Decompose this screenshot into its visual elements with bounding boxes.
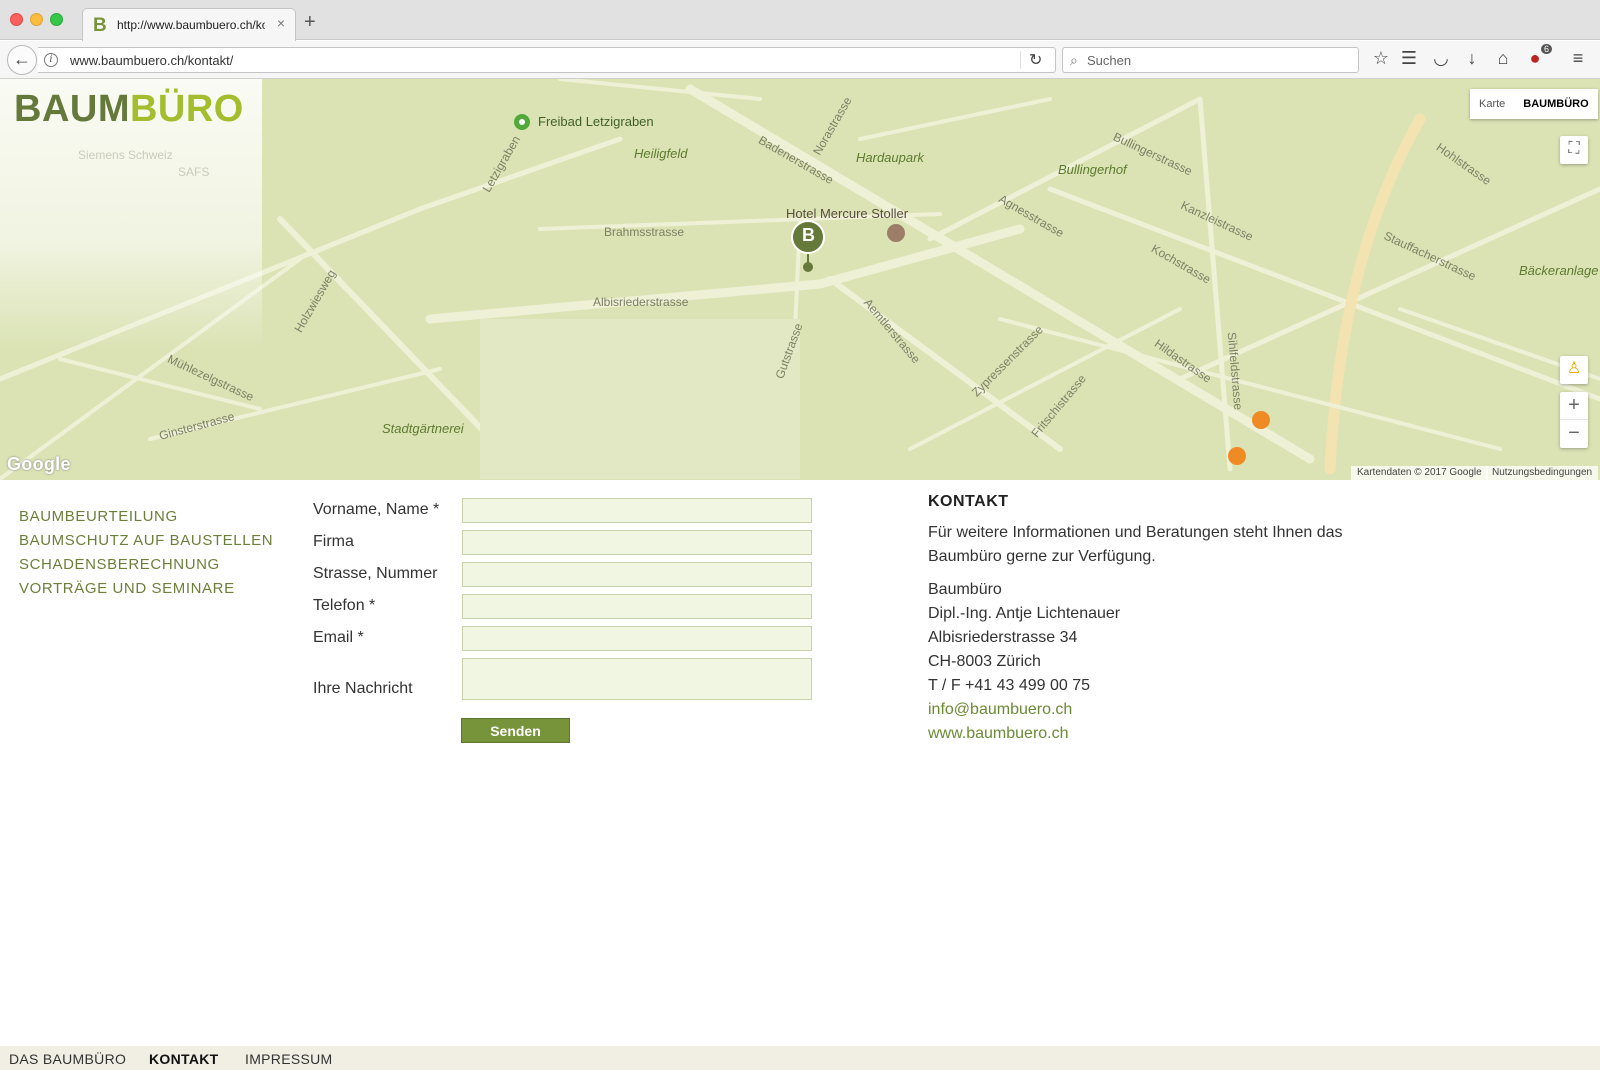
menu-icon[interactable]: ≡: [1567, 48, 1589, 69]
message-field[interactable]: [462, 658, 812, 700]
url-text[interactable]: www.baumbuero.ch/kontakt/: [70, 53, 233, 68]
contact-intro: Für weitere Informationen und Beratungen…: [928, 524, 1343, 565]
map-label: Bullingerhof: [1058, 162, 1127, 177]
zoom-control: + −: [1560, 392, 1588, 448]
map-label: Siemens Schweiz: [78, 148, 173, 162]
map-type-karte[interactable]: Karte: [1470, 89, 1514, 119]
nav-item-baumbeurteilung[interactable]: BAUMBEURTEILUNG: [19, 505, 273, 529]
address-line: Baumbüro: [928, 581, 1002, 598]
footer-navigation: DAS BAUMBÜRO KONTAKT IMPRESSUM: [0, 1046, 1600, 1070]
bookmark-star-icon[interactable]: ☆: [1370, 48, 1392, 69]
map-attribution: Kartendaten © 2017 Google: [1351, 466, 1488, 480]
back-arrow-icon: ←: [13, 49, 31, 69]
phone-line: T / F +41 43 499 00 75: [928, 677, 1091, 694]
download-icon[interactable]: ↓: [1461, 48, 1483, 69]
zoom-in-button[interactable]: +: [1560, 392, 1588, 420]
company-label: Firma: [313, 533, 354, 550]
url-separator: [1020, 51, 1021, 69]
footer-item-baumbuero[interactable]: DAS BAUMBÜRO: [9, 1051, 126, 1067]
pocket-icon[interactable]: ◡: [1430, 48, 1452, 69]
contact-heading: KONTAKT: [928, 493, 1009, 510]
search-input[interactable]: Suchen: [1087, 53, 1131, 68]
nav-item-baumschutz[interactable]: BAUMSCHUTZ AUF BAUSTELLEN: [19, 529, 273, 553]
url-bar[interactable]: i www.baumbuero.ch/kontakt/ ↻: [38, 47, 1056, 73]
site-logo[interactable]: BAUMBÜRO: [14, 88, 244, 131]
map-label[interactable]: Freibad Letzigraben: [538, 114, 654, 129]
fullscreen-icon[interactable]: ⛶: [1560, 136, 1588, 164]
ublock-badge: 6: [1541, 44, 1553, 54]
browser-toolbar: ← i www.baumbuero.ch/kontakt/ ↻ ⌕ Suchen…: [0, 41, 1600, 79]
map-label: Heiligfeld: [634, 146, 688, 161]
company-field[interactable]: [462, 530, 812, 555]
footer-item-kontakt[interactable]: KONTAKT: [149, 1051, 219, 1067]
browser-tab[interactable]: B http://www.baumbuero.ch/kontakt/ ×: [82, 8, 296, 41]
new-tab-button[interactable]: +: [304, 12, 316, 32]
reload-icon[interactable]: ↻: [1029, 50, 1042, 70]
map-terms-link[interactable]: Nutzungsbedingungen: [1486, 466, 1599, 480]
street-view-pegman-icon[interactable]: ♙: [1560, 356, 1588, 384]
google-logo[interactable]: Google: [7, 454, 71, 475]
site-info-icon[interactable]: i: [44, 53, 58, 67]
street-field[interactable]: [462, 562, 812, 587]
footer-item-impressum[interactable]: IMPRESSUM: [245, 1051, 333, 1067]
back-button[interactable]: ←: [7, 45, 37, 75]
nav-item-schadensberechnung[interactable]: SCHADENSBERECHNUNG: [19, 553, 273, 577]
map-label: Stadtgärtnerei: [382, 421, 464, 436]
email-field[interactable]: [462, 626, 812, 651]
zoom-window-button[interactable]: [50, 13, 63, 26]
phone-label: Telefon *: [313, 597, 376, 614]
map-marker-letter[interactable]: B: [802, 225, 815, 246]
website-link[interactable]: www.baumbuero.ch: [928, 722, 1388, 746]
phone-field[interactable]: [462, 594, 812, 619]
street-label: Strasse, Nummer: [313, 565, 438, 582]
browser-tabbar: B http://www.baumbuero.ch/kontakt/ × +: [0, 0, 1600, 41]
map-label[interactable]: Hotel Mercure Stoller: [786, 206, 908, 221]
name-field[interactable]: [462, 498, 812, 523]
sub-navigation: BAUMBEURTEILUNG BAUMSCHUTZ AUF BAUSTELLE…: [19, 505, 273, 601]
map-type-baumbuero[interactable]: BAUMBÜRO: [1514, 89, 1597, 119]
map-label: Brahmsstrasse: [604, 225, 685, 239]
contact-info: KONTAKT Für weitere Informationen und Be…: [928, 493, 1388, 746]
map-label: Albisriederstrasse: [593, 295, 689, 309]
home-icon[interactable]: ⌂: [1492, 48, 1514, 69]
search-icon: ⌕: [1070, 52, 1078, 68]
send-button[interactable]: Senden: [461, 718, 570, 743]
minimize-window-button[interactable]: [30, 13, 43, 26]
tab-close-icon[interactable]: ×: [277, 15, 285, 31]
zoom-out-button[interactable]: −: [1560, 420, 1588, 448]
map[interactable]: BAUMBÜRO B Freibad Letzigraben Heiligfel…: [0, 79, 1600, 480]
map-label: Bäckeranlage: [1519, 263, 1599, 278]
message-label: Ihre Nachricht: [313, 680, 413, 697]
email-label: Email *: [313, 629, 364, 646]
nav-item-vortraege[interactable]: VORTRÄGE UND SEMINARE: [19, 577, 273, 601]
email-link[interactable]: info@baumbuero.ch: [928, 698, 1388, 722]
address-line: Dipl.-Ing. Antje Lichtenauer: [928, 605, 1121, 622]
logo-panel: BAUMBÜRO: [0, 79, 262, 349]
search-bar[interactable]: ⌕ Suchen: [1062, 47, 1359, 73]
close-window-button[interactable]: [10, 13, 23, 26]
address-line: Albisriederstrasse 34: [928, 629, 1078, 646]
map-label: Hardaupark: [856, 150, 924, 165]
favicon-icon: B: [93, 15, 107, 36]
tab-title: http://www.baumbuero.ch/kontakt/: [117, 18, 265, 32]
map-type-control: Karte BAUMBÜRO: [1470, 89, 1598, 119]
address-line: CH-8003 Zürich: [928, 653, 1041, 670]
reading-list-icon[interactable]: ☰: [1398, 48, 1420, 69]
map-label: SAFS: [178, 165, 210, 179]
name-label: Vorname, Name *: [313, 501, 440, 518]
